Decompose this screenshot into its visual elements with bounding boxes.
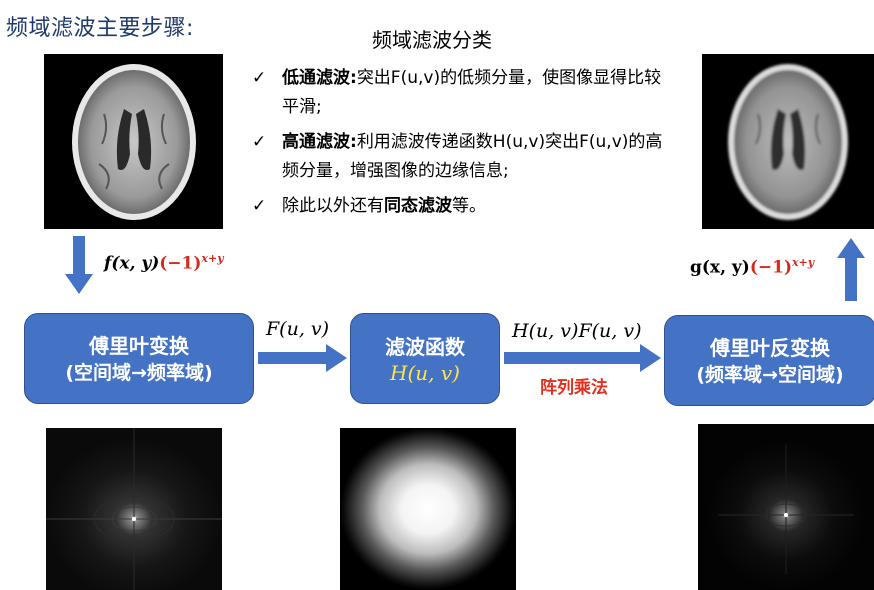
fft-box-subtitle: (空间域→频率域)	[65, 361, 213, 384]
bullet-lowpass-title: 低通滤波:	[282, 68, 357, 88]
filter-box-title: 滤波函数	[385, 334, 465, 359]
check-icon: ✓	[252, 132, 267, 152]
bullet-homomorphic-title: 同态滤波	[384, 196, 452, 216]
input-func: f(x, y)	[104, 253, 160, 274]
right-arrow-icon	[258, 344, 347, 372]
mri-output-image	[702, 54, 874, 229]
arrow2-label: H(u, v)F(u, v)	[512, 320, 642, 342]
bullet-homomorphic-post: 等。	[452, 196, 486, 216]
down-arrow-icon	[65, 236, 93, 294]
filter-image	[340, 428, 516, 590]
array-multiply-label: 阵列乘法	[540, 378, 608, 398]
bullet-lowpass: ✓ 低通滤波:突出F(u,v)的低频分量，使图像显得比较平滑;	[252, 64, 672, 122]
input-equation: f(x, y)(−1)x+y	[104, 252, 224, 274]
bullet-highpass: ✓ 高通滤波:利用滤波传递函数H(u,v)突出F(u,v)的高频分量，增强图像的…	[252, 128, 672, 186]
filtered-spectrum-image	[698, 424, 874, 590]
ifft-box-subtitle: (频率域→空间域)	[696, 363, 844, 386]
up-arrow-icon	[837, 238, 865, 301]
input-factor: (−1)	[159, 253, 202, 274]
check-icon: ✓	[252, 68, 267, 88]
ifft-box-title: 傅里叶反变换	[710, 335, 830, 360]
bullet-highpass-title: 高通滤波:	[282, 132, 357, 152]
right-arrow-icon	[504, 344, 661, 372]
spectrum-image	[46, 428, 222, 590]
filter-box-math: H(u, v)	[390, 360, 460, 385]
fft-box: 傅里叶变换 (空间域→频率域)	[24, 313, 254, 404]
output-factor: (−1)	[749, 257, 792, 278]
bullet-homomorphic-pre: 除此以外还有	[282, 196, 384, 216]
bullet-list: ✓ 低通滤波:突出F(u,v)的低频分量，使图像显得比较平滑; ✓ 高通滤波:利…	[252, 64, 672, 227]
output-func: g(x, y)	[690, 257, 750, 278]
filter-box: 滤波函数 H(u, v)	[350, 313, 500, 404]
check-icon: ✓	[252, 196, 267, 216]
section-subtitle: 频域滤波分类	[372, 28, 492, 52]
output-exponent: x+y	[792, 256, 815, 269]
output-equation: g(x, y)(−1)x+y	[690, 256, 814, 278]
input-exponent: x+y	[201, 252, 224, 265]
fft-box-title: 傅里叶变换	[89, 333, 189, 358]
ifft-box: 傅里叶反变换 (频率域→空间域)	[664, 315, 874, 406]
page-title: 频域滤波主要步骤:	[6, 16, 194, 41]
mri-input-image	[44, 54, 223, 229]
bullet-homomorphic: ✓ 除此以外还有同态滤波等。	[252, 192, 672, 221]
arrow1-label: F(u, v)	[266, 318, 330, 340]
